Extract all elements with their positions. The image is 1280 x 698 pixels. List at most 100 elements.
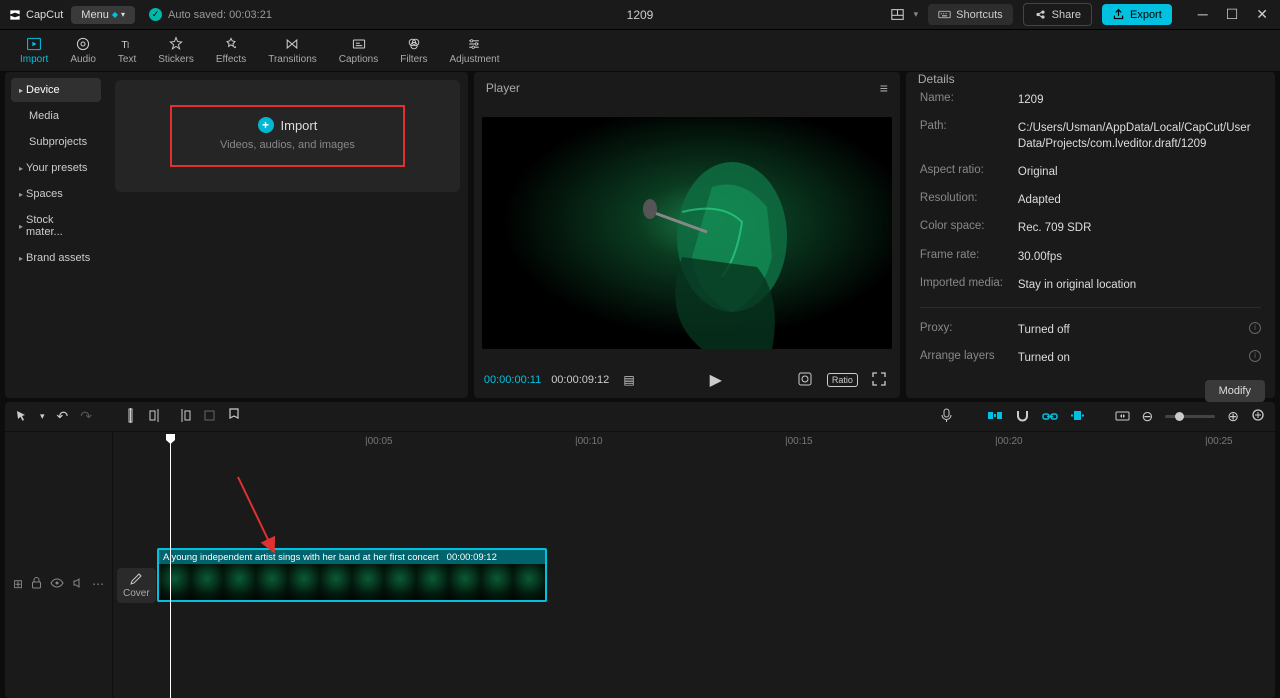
track-settings-icon[interactable]: ⊞: [13, 577, 23, 592]
import-dropzone[interactable]: + Import Videos, audios, and images: [115, 80, 460, 192]
project-title: 1209: [627, 8, 654, 22]
minimize-button[interactable]: ─: [1194, 6, 1212, 23]
media-panel: ▸Device Media Subprojects ▸Your presets …: [5, 72, 468, 398]
ruler-tick: |00:05: [365, 436, 393, 447]
tab-text[interactable]: TIText: [108, 33, 146, 68]
tab-transitions[interactable]: Transitions: [258, 33, 327, 68]
redo-button[interactable]: ↷: [80, 408, 92, 425]
video-clip[interactable]: A young independent artist sings with he…: [157, 548, 547, 602]
undo-button[interactable]: ↶: [57, 408, 69, 425]
filters-icon: [406, 36, 422, 52]
delete-tool[interactable]: [203, 409, 216, 425]
tab-stickers[interactable]: Stickers: [148, 33, 204, 68]
player-title: Player: [486, 81, 520, 95]
transitions-icon: [284, 36, 300, 52]
timeline-gutter: ⊞ ⋯ Cover: [5, 432, 113, 698]
detail-row: Name:1209: [920, 92, 1261, 108]
autosave-status: ✓ Auto saved: 00:03:21: [149, 8, 272, 21]
detail-row: Aspect ratio:Original: [920, 164, 1261, 180]
details-panel: Details Name:1209 Path:C:/Users/Usman/Ap…: [906, 72, 1275, 398]
track-lock-icon[interactable]: [31, 577, 42, 592]
clip-thumbnails: [159, 564, 545, 600]
split-tool[interactable]: [124, 408, 137, 426]
tab-captions[interactable]: Captions: [329, 33, 388, 68]
info-icon[interactable]: i: [1249, 350, 1261, 362]
sidebar-item-your-presets[interactable]: ▸Your presets: [11, 156, 101, 180]
share-button[interactable]: Share: [1023, 3, 1092, 26]
detail-row: Frame rate:30.00fps: [920, 249, 1261, 265]
sidebar-item-stock-material[interactable]: ▸Stock mater...: [11, 208, 101, 244]
modify-button[interactable]: Modify: [1205, 380, 1265, 402]
preview-axis-button[interactable]: [1070, 409, 1085, 425]
layout-icon[interactable]: [891, 8, 904, 21]
sidebar-item-media[interactable]: Media: [11, 104, 101, 128]
timeline-panel: ▾ ↶ ↷ ⊖ ⊕ ⊞: [5, 402, 1275, 698]
track-mute-icon[interactable]: [72, 577, 84, 592]
tab-filters[interactable]: Filters: [390, 33, 437, 68]
import-subtitle: Videos, audios, and images: [220, 139, 355, 151]
shortcuts-button[interactable]: Shortcuts: [928, 4, 1012, 25]
zoom-slider[interactable]: [1165, 415, 1215, 418]
close-button[interactable]: ✕: [1252, 6, 1272, 23]
track-visible-icon[interactable]: [50, 577, 64, 592]
plus-icon: +: [258, 117, 274, 133]
tab-audio[interactable]: Audio: [60, 33, 106, 68]
list-view-icon[interactable]: ▤: [619, 371, 638, 389]
split-right-tool[interactable]: [176, 408, 191, 426]
player-menu-icon[interactable]: ≡: [880, 80, 888, 96]
fullscreen-icon[interactable]: [868, 370, 890, 391]
zoom-in-button[interactable]: ⊕: [1227, 408, 1239, 425]
playhead[interactable]: [170, 434, 171, 698]
ratio-button[interactable]: Ratio: [827, 373, 858, 387]
sidebar-item-brand-assets[interactable]: ▸Brand assets: [11, 246, 101, 270]
autoscroll-button[interactable]: [1115, 409, 1130, 425]
split-left-tool[interactable]: [149, 408, 164, 426]
detail-row: Resolution:Adapted: [920, 192, 1261, 208]
video-preview[interactable]: [482, 117, 892, 349]
check-icon: ✓: [149, 8, 162, 21]
maximize-button[interactable]: ☐: [1222, 6, 1243, 23]
safe-zone-icon[interactable]: [793, 369, 817, 392]
marker-tool[interactable]: [228, 408, 240, 425]
zoom-fit-button[interactable]: [1251, 408, 1265, 425]
ruler-tick: |00:20: [995, 436, 1023, 447]
tab-adjustment[interactable]: Adjustment: [439, 33, 509, 68]
timeline-track-area[interactable]: |00:05 |00:10 |00:15 |00:20 |00:25 A you…: [113, 432, 1275, 698]
detail-row: Arrange layersTurned oni: [920, 350, 1261, 366]
share-icon: [1034, 8, 1047, 21]
magnet-main-button[interactable]: [987, 409, 1003, 425]
link-button[interactable]: [1042, 409, 1058, 425]
adjustment-icon: [466, 36, 482, 52]
sidebar-item-spaces[interactable]: ▸Spaces: [11, 182, 101, 206]
clip-duration: 00:00:09:12: [447, 552, 497, 563]
track-more-icon[interactable]: ⋯: [92, 577, 105, 592]
magnet-button[interactable]: [1015, 409, 1030, 425]
app-logo: CapCut: [8, 8, 63, 22]
mic-button[interactable]: [940, 408, 953, 426]
menu-button[interactable]: Menu ◆ ▾: [71, 6, 135, 24]
zoom-out-button[interactable]: ⊖: [1142, 408, 1154, 425]
audio-icon: [75, 36, 91, 52]
ruler-tick: |00:15: [785, 436, 813, 447]
duration-time: 00:00:09:12: [551, 374, 609, 386]
import-icon: [26, 36, 42, 52]
current-time: 00:00:00:11: [484, 374, 541, 386]
timeline-ruler[interactable]: |00:05 |00:10 |00:15 |00:20 |00:25: [113, 432, 1275, 454]
export-button[interactable]: Export: [1102, 4, 1172, 25]
detail-row: Imported media:Stay in original location: [920, 277, 1261, 293]
sidebar-item-subprojects[interactable]: Subprojects: [11, 130, 101, 154]
info-icon[interactable]: i: [1249, 322, 1261, 334]
play-button[interactable]: ▶: [706, 368, 726, 392]
ruler-tick: |00:10: [575, 436, 603, 447]
detail-row: Proxy:Turned offi: [920, 322, 1261, 338]
export-icon: [1112, 8, 1125, 21]
pointer-dropdown[interactable]: ▾: [40, 411, 45, 422]
tab-import[interactable]: Import: [10, 33, 58, 68]
pointer-tool[interactable]: [15, 409, 28, 425]
tab-effects[interactable]: Effects: [206, 33, 256, 68]
player-panel: Player ≡ 00:00:00:11 00:00:09:12 ▤: [474, 72, 900, 398]
sidebar-item-device[interactable]: ▸Device: [11, 78, 101, 102]
top-tabs: Import Audio TIText Stickers Effects Tra…: [0, 30, 1280, 72]
stickers-icon: [168, 36, 184, 52]
detail-row: Color space:Rec. 709 SDR: [920, 220, 1261, 236]
